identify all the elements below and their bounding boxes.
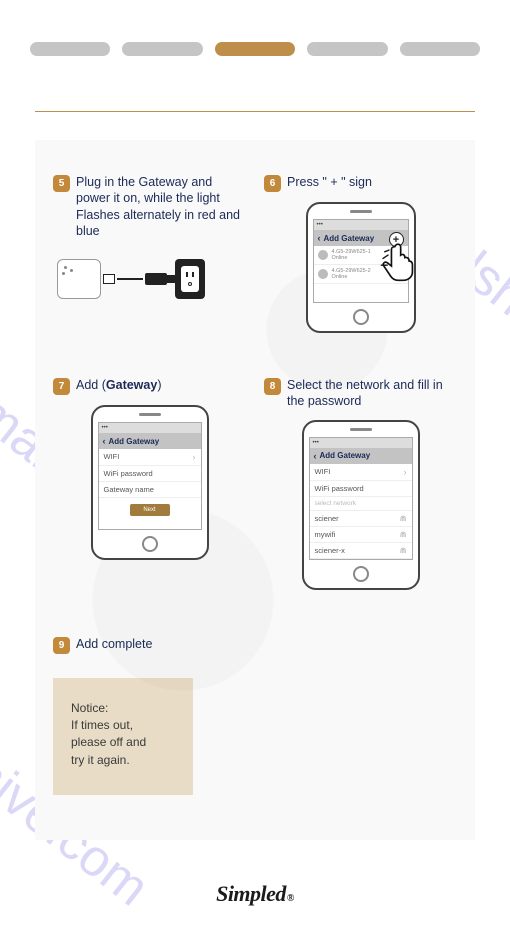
pill-3-active[interactable] <box>215 42 295 56</box>
step-badge: 7 <box>53 378 70 395</box>
pill-4[interactable] <box>307 42 387 56</box>
network-item: mywifi <box>315 530 336 539</box>
section-label: select network <box>315 500 357 507</box>
step-badge: 6 <box>264 175 281 192</box>
home-button-icon <box>353 566 369 582</box>
list-item-sub: Online <box>332 274 371 280</box>
hand-pointer-icon <box>378 240 420 282</box>
step-title: Add (Gateway) <box>76 377 161 393</box>
step-title: Select the network and fill in the passw… <box>287 377 457 410</box>
phone-mockup: ••• ‹ Add Gateway + 4.G5-29W625-1 Online <box>306 202 416 333</box>
step-5: 5 Plug in the Gateway and power it on, w… <box>53 174 246 333</box>
power-plug-icon <box>145 273 167 285</box>
list-item-sub: Online <box>332 255 371 261</box>
step-8: 8 Select the network and fill in the pas… <box>264 377 457 590</box>
step-7: 7 Add (Gateway) ••• ‹ Add Gateway WIFI› <box>53 377 246 590</box>
notice-line: If times out, <box>71 717 175 734</box>
gateway-icon <box>57 259 101 299</box>
cable-icon <box>117 278 143 280</box>
divider <box>35 111 475 112</box>
chevron-right-icon: › <box>404 467 407 477</box>
screen-title: Add Gateway <box>109 437 160 446</box>
step-badge: 9 <box>53 637 70 654</box>
chevron-right-icon: › <box>193 452 196 462</box>
pill-1[interactable] <box>30 42 110 56</box>
step-badge: 5 <box>53 175 70 192</box>
gateway-plug-diagram <box>53 259 246 299</box>
notice-line: please off and <box>71 734 175 751</box>
phone-mockup: ••• ‹ Add Gateway WIFI› WiFi password Ga… <box>91 405 209 560</box>
pill-5[interactable] <box>400 42 480 56</box>
brand-logo: Simpled® <box>0 881 510 907</box>
avatar-icon <box>318 250 328 260</box>
back-icon: ‹ <box>103 436 106 446</box>
step-badge: 8 <box>264 378 281 395</box>
avatar-icon <box>318 269 328 279</box>
tab-pills <box>0 0 510 56</box>
step-9: 9 Add complete Notice: If times out, ple… <box>53 636 457 796</box>
step-6: 6 Press " + " sign ••• ‹ Add Gateway + <box>264 174 457 333</box>
pill-2[interactable] <box>122 42 202 56</box>
home-button-icon <box>142 536 158 552</box>
wall-outlet-icon <box>175 259 205 299</box>
network-item: sciener <box>315 514 339 523</box>
field-label: WIFI <box>315 467 331 477</box>
screen-title: Add Gateway <box>320 451 371 460</box>
network-item: sciener-x <box>315 546 345 555</box>
back-icon: ‹ <box>314 451 317 461</box>
field-label: WiFi password <box>315 484 364 493</box>
wifi-icon: ⋒ <box>400 514 407 523</box>
field-label: Gateway name <box>104 485 154 494</box>
back-icon: ‹ <box>318 233 321 243</box>
phone-mockup: ••• ‹ Add Gateway WIFI› WiFi password se… <box>302 420 420 590</box>
usb-plug-icon <box>103 274 115 284</box>
next-button: Next <box>130 504 170 516</box>
step-title: Add complete <box>76 636 152 652</box>
screen-title: Add Gateway <box>324 234 375 243</box>
instructions-panel: 5 Plug in the Gateway and power it on, w… <box>35 140 475 840</box>
wifi-icon: ⋒ <box>400 546 407 555</box>
notice-line: try it again. <box>71 752 175 769</box>
wifi-icon: ⋒ <box>400 530 407 539</box>
notice-box: Notice: If times out, please off and try… <box>53 678 193 796</box>
field-label: WIFI <box>104 452 120 462</box>
step-title: Press " + " sign <box>287 174 372 190</box>
field-label: WiFi password <box>104 469 153 478</box>
notice-heading: Notice: <box>71 700 175 717</box>
step-title: Plug in the Gateway and power it on, whi… <box>76 174 246 239</box>
home-button-icon <box>353 309 369 325</box>
